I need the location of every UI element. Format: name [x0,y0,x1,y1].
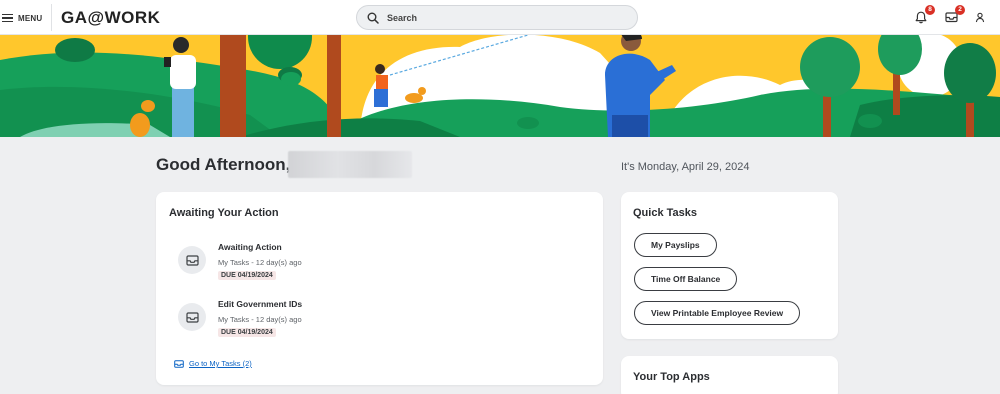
inbox-badge: 2 [955,5,965,15]
inbox-tray-icon [178,303,206,331]
user-icon [975,12,985,22]
view-printable-employee-review-button[interactable]: View Printable Employee Review [634,301,801,325]
top-apps-title: Your Top Apps [633,371,710,383]
header-divider [51,4,52,31]
top-apps-card: Your Top Apps [621,356,838,394]
inbox-button[interactable]: 2 [943,5,965,25]
go-to-my-tasks-label[interactable]: Go to My Tasks (2) [189,359,252,368]
search-icon [367,12,379,24]
task-name[interactable]: Edit Government IDs [218,299,302,309]
top-bar: MENU GA@WORK 8 2 [0,0,1000,35]
search-input[interactable] [387,12,627,23]
logo[interactable]: GA@WORK [61,9,160,27]
task-meta: My Tasks - 12 day(s) ago [218,258,302,267]
search-bar[interactable] [356,5,638,30]
task-due-date: DUE 04/19/2024 [218,271,276,280]
task-name[interactable]: Awaiting Action [218,242,282,252]
inbox-icon [174,359,184,368]
greeting-text: Good Afternoon, [156,155,291,174]
task-item[interactable]: Awaiting Action My Tasks - 12 day(s) ago… [178,242,478,298]
notifications-badge: 8 [925,5,935,15]
task-meta: My Tasks - 12 day(s) ago [218,315,302,324]
hamburger-icon [2,13,13,23]
task-item[interactable]: Edit Government IDs My Tasks - 12 day(s)… [178,299,478,355]
quick-tasks-card: Quick Tasks My Payslips Time Off Balance… [621,192,838,339]
menu-label: MENU [18,13,43,23]
my-payslips-button[interactable]: My Payslips [634,233,717,257]
redacted-user-name [288,151,412,178]
task-due-date: DUE 04/19/2024 [218,328,276,337]
current-date: It's Monday, April 29, 2024 [621,161,750,173]
quick-tasks-title: Quick Tasks [633,207,697,219]
hero-banner [0,35,1000,137]
awaiting-action-title: Awaiting Your Action [169,207,279,219]
profile-button[interactable] [972,9,988,25]
banner-illustration [0,35,1000,137]
menu-button[interactable]: MENU [2,10,42,26]
awaiting-action-card: Awaiting Your Action Awaiting Action My … [156,192,603,385]
inbox-tray-icon [178,246,206,274]
go-to-my-tasks-link[interactable]: Go to My Tasks (2) [174,359,252,368]
notifications-button[interactable]: 8 [913,5,935,25]
time-off-balance-button[interactable]: Time Off Balance [634,267,738,291]
